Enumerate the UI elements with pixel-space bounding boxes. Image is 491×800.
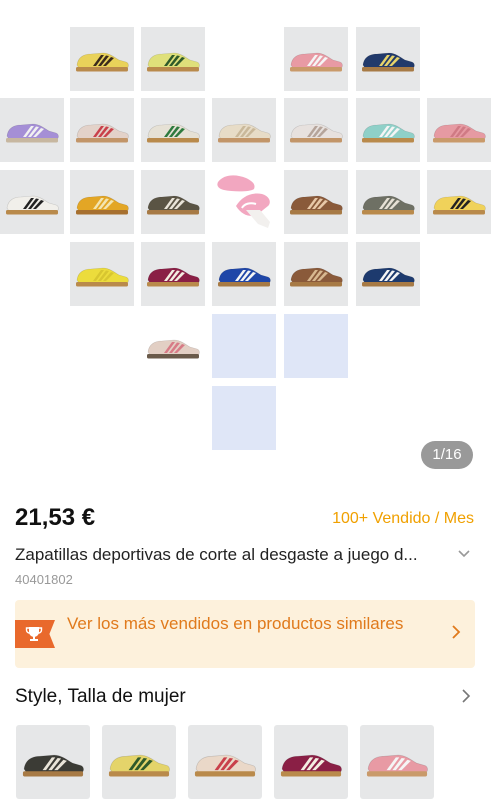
sneaker-icon	[194, 754, 256, 777]
gallery-thumbnail[interactable]	[70, 98, 134, 162]
sneaker-icon	[147, 123, 200, 143]
sneaker-icon	[76, 195, 129, 215]
gallery-thumbnail[interactable]	[141, 27, 205, 91]
gallery-thumbnail-worn[interactable]	[212, 170, 276, 234]
image-placeholder	[212, 314, 276, 378]
product-image-gallery[interactable]: 1/16	[0, 0, 491, 481]
sneaker-icon	[147, 267, 200, 287]
sneaker-icon	[108, 754, 170, 777]
sneaker-icon	[76, 267, 129, 287]
sneaker-icon	[22, 754, 84, 777]
sneaker-icon	[290, 52, 343, 72]
product-id: 40401802	[15, 572, 73, 587]
gallery-thumbnail[interactable]	[212, 242, 276, 306]
sneaker-icon	[6, 123, 59, 143]
gallery-thumbnail[interactable]	[141, 242, 205, 306]
gallery-thumbnail[interactable]	[70, 27, 134, 91]
sneaker-icon	[433, 123, 486, 143]
gallery-thumbnail[interactable]	[284, 170, 348, 234]
sneaker-icon	[218, 267, 271, 287]
sold-count: 100+ Vendido / Mes	[332, 510, 474, 527]
gallery-thumbnail[interactable]	[141, 98, 205, 162]
sneaker-icon	[433, 195, 486, 215]
sneaker-icon	[147, 195, 200, 215]
gallery-thumbnail[interactable]	[70, 170, 134, 234]
style-variant-option[interactable]	[188, 725, 262, 799]
gallery-thumbnail[interactable]	[284, 27, 348, 91]
style-variant-option[interactable]	[360, 725, 434, 799]
style-variant-option[interactable]	[274, 725, 348, 799]
gallery-thumbnail[interactable]	[356, 98, 420, 162]
image-placeholder	[284, 314, 348, 378]
sneaker-icon	[147, 339, 200, 359]
sneaker-icon	[290, 195, 343, 215]
gallery-thumbnail[interactable]	[212, 98, 276, 162]
gallery-thumbnail[interactable]	[284, 98, 348, 162]
gallery-thumbnail[interactable]	[141, 170, 205, 234]
chevron-right-icon	[451, 624, 461, 645]
sneaker-icon	[362, 267, 415, 287]
gallery-thumbnail[interactable]	[284, 242, 348, 306]
gallery-thumbnail[interactable]	[356, 27, 420, 91]
banner-text: Ver los más vendidos en productos simila…	[67, 614, 404, 633]
worn-sneaker-icon	[217, 175, 270, 228]
sneaker-icon	[6, 195, 59, 215]
best-sellers-banner[interactable]: Ver los más vendidos en productos simila…	[15, 600, 475, 668]
product-title[interactable]: Zapatillas deportivas de corte al desgas…	[15, 545, 450, 565]
style-variant-option[interactable]	[16, 725, 90, 799]
gallery-thumbnail[interactable]	[356, 170, 420, 234]
gallery-thumbnail[interactable]	[70, 242, 134, 306]
sneaker-icon	[76, 52, 129, 72]
sneaker-icon	[147, 52, 200, 72]
style-size-label[interactable]: Style, Talla de mujer	[15, 686, 186, 708]
sneaker-icon	[366, 754, 428, 777]
sneaker-icon	[290, 123, 343, 143]
gallery-thumbnail[interactable]	[141, 314, 205, 378]
trophy-icon	[15, 620, 55, 648]
gallery-thumbnail[interactable]	[0, 98, 64, 162]
image-placeholder	[212, 386, 276, 450]
sneaker-icon	[218, 123, 271, 143]
gallery-thumbnail[interactable]	[356, 242, 420, 306]
sneaker-icon	[290, 267, 343, 287]
style-variant-option[interactable]	[102, 725, 176, 799]
sneaker-icon	[362, 52, 415, 72]
gallery-thumbnail[interactable]	[427, 98, 491, 162]
gallery-thumbnail[interactable]	[427, 170, 491, 234]
sneaker-icon	[362, 123, 415, 143]
product-price: 21,53 €	[15, 504, 96, 531]
image-counter-badge: 1/16	[421, 441, 473, 469]
sneaker-icon	[280, 754, 342, 777]
sneaker-icon	[362, 195, 415, 215]
chevron-down-icon[interactable]	[457, 546, 471, 564]
sneaker-icon	[76, 123, 129, 143]
gallery-thumbnail[interactable]	[0, 170, 64, 234]
chevron-right-icon[interactable]	[461, 688, 471, 709]
